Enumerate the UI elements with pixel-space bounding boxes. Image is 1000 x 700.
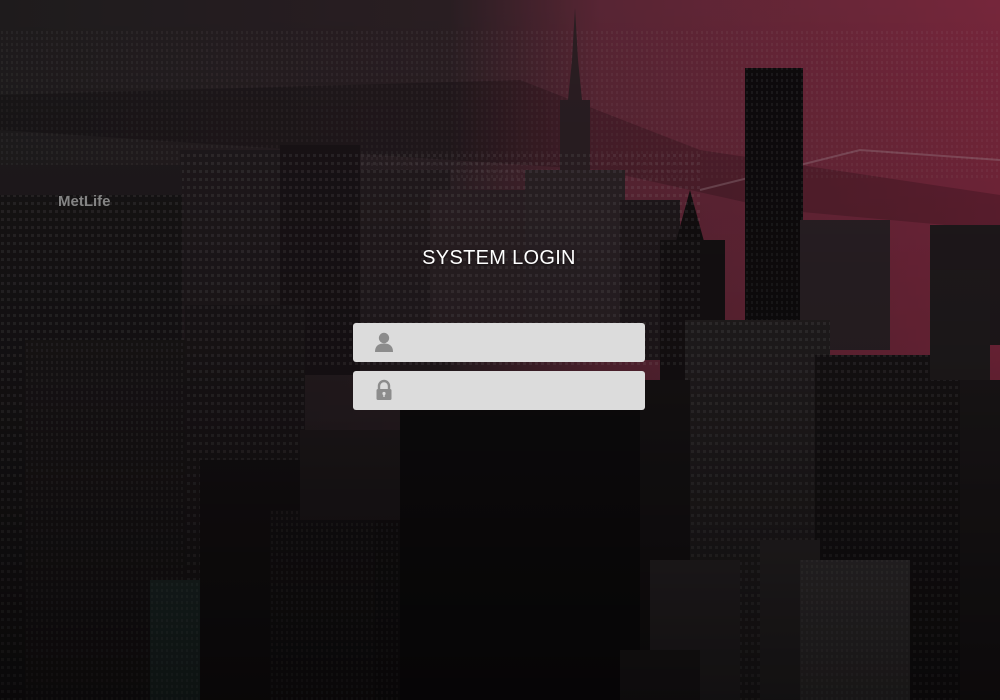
login-form: SYSTEM LOGIN — [353, 245, 645, 419]
lock-icon — [373, 379, 395, 401]
login-title: SYSTEM LOGIN — [422, 247, 576, 269]
username-input[interactable] — [405, 323, 635, 362]
password-field[interactable] — [353, 371, 645, 410]
password-input[interactable] — [405, 371, 635, 410]
username-field[interactable] — [353, 323, 645, 362]
user-icon — [373, 331, 395, 353]
